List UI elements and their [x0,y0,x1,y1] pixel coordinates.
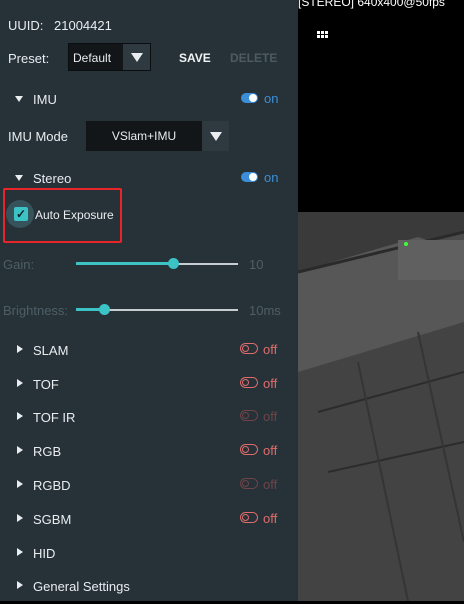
chevron-down-icon[interactable] [123,44,150,70]
section-tof[interactable]: TOF off [0,373,298,397]
save-button[interactable]: SAVE [179,51,211,65]
gain-label: Gain: [3,257,35,272]
tof-toggle[interactable] [240,377,258,388]
gain-slider-thumb[interactable] [168,258,180,269]
settings-panel: UUID: 21004421 Preset: Default SAVE DELE… [0,0,298,601]
brightness-value: 10ms [249,303,281,318]
stereo-toggle[interactable] [241,172,258,182]
caret-right-icon [17,345,23,353]
section-label: SGBM [33,512,72,527]
uuid-label: UUID: [8,18,44,33]
caret-right-icon [17,446,23,454]
imu-mode-label: IMU Mode [8,129,68,144]
caret-right-icon [17,581,23,589]
caret-right-icon [17,480,23,488]
camera-image [297,212,464,602]
section-rgbd[interactable]: RGBD off [0,474,298,498]
gain-value: 10 [249,257,264,272]
rgbd-toggle[interactable] [240,478,258,489]
auto-exposure-checkbox[interactable]: ✓ [14,207,28,221]
section-label: TOF IR [33,410,76,425]
caret-right-icon [17,412,23,420]
section-tof-ir[interactable]: TOF IR off [0,406,298,430]
imu-toggle-text: on [264,91,279,106]
caret-down-icon [15,96,23,102]
uuid-value: 21004421 [54,18,112,33]
rgbd-toggle-text: off [263,477,278,492]
caret-down-icon [15,175,23,181]
grid-icon[interactable] [317,31,328,41]
caret-right-icon [17,514,23,522]
section-general-settings[interactable]: General Settings [0,575,298,599]
imu-mode-value: VSlam+IMU [111,129,177,143]
brightness-label: Brightness: [3,303,69,318]
sgbm-toggle[interactable] [240,512,258,523]
rgb-toggle[interactable] [240,444,258,455]
slam-toggle-text: off [263,342,278,357]
section-sgbm[interactable]: SGBM off [0,508,298,532]
section-hid[interactable]: HID [0,542,298,566]
section-stereo-label: Stereo [33,171,72,186]
video-title: [STEREO] 640x400@50fps [298,0,445,9]
caret-right-icon [17,379,23,387]
section-imu-label: IMU [33,92,57,107]
tof-ir-toggle-text: off [263,409,278,424]
section-label: SLAM [33,343,69,358]
section-label: General Settings [33,579,130,594]
imu-mode-select[interactable]: VSlam+IMU [86,121,229,151]
caret-right-icon [17,548,23,556]
imu-toggle[interactable] [241,93,258,103]
preset-select-value: Default [73,51,112,65]
section-label: TOF [33,377,59,392]
section-slam[interactable]: SLAM off [0,339,298,363]
gain-slider-fill [76,262,174,265]
section-imu[interactable]: IMU on [0,88,298,112]
preset-label: Preset: [8,51,50,66]
tof-ir-toggle[interactable] [240,410,258,421]
preset-select[interactable]: Default [68,43,151,71]
delete-button[interactable]: DELETE [230,51,277,65]
brightness-slider-thumb[interactable] [98,304,110,315]
section-label: RGB [33,444,62,459]
rgb-toggle-text: off [263,443,278,458]
chevron-down-icon[interactable] [202,121,229,151]
tof-toggle-text: off [263,376,278,391]
section-label: HID [33,546,56,561]
section-rgb[interactable]: RGB off [0,440,298,464]
auto-exposure-label: Auto Exposure [35,208,114,222]
stereo-toggle-text: on [264,170,279,185]
section-label: RGBD [33,478,71,493]
sgbm-toggle-text: off [263,511,278,526]
slam-toggle[interactable] [240,343,258,354]
